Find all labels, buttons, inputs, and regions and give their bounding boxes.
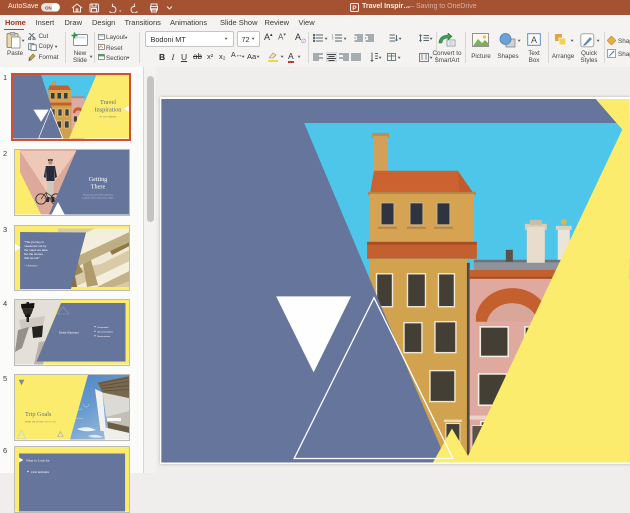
svg-text:A: A <box>531 35 537 45</box>
svg-text:so go the scenic route every s: so go the scenic route every so often. <box>82 196 114 199</box>
svg-text:2: 2 <box>332 37 334 41</box>
svg-text:that we tell.”: that we tell.” <box>24 256 40 260</box>
svg-text:Accommodation: Accommodation <box>97 331 113 334</box>
svg-text:There: There <box>90 184 105 191</box>
svg-text:Inspiration: Inspiration <box>95 107 122 114</box>
svg-text:BY IZZY HARRIS: BY IZZY HARRIS <box>99 116 117 119</box>
svg-text:Trip Goals: Trip Goals <box>25 411 52 418</box>
svg-text:Getting: Getting <box>88 176 107 183</box>
svg-text:What to Look for: What to Look for <box>26 459 51 463</box>
svg-text:WHAT WE’VE SET OUT TO DO: WHAT WE’VE SET OUT TO DO <box>25 421 57 424</box>
svg-text:The journey is part of the adv: The journey is part of the adventure, <box>82 194 113 197</box>
svg-text:—Unknown: —Unknown <box>24 263 38 267</box>
svg-text:Travel: Travel <box>100 99 116 106</box>
svg-text:Reservations: Reservations <box>97 335 111 338</box>
svg-text:Destination: Destination <box>97 326 109 329</box>
svg-text:Daily Itinerary: Daily Itinerary <box>59 331 79 335</box>
svg-text:P: P <box>352 5 357 12</box>
svg-text:ON: ON <box>45 5 52 10</box>
